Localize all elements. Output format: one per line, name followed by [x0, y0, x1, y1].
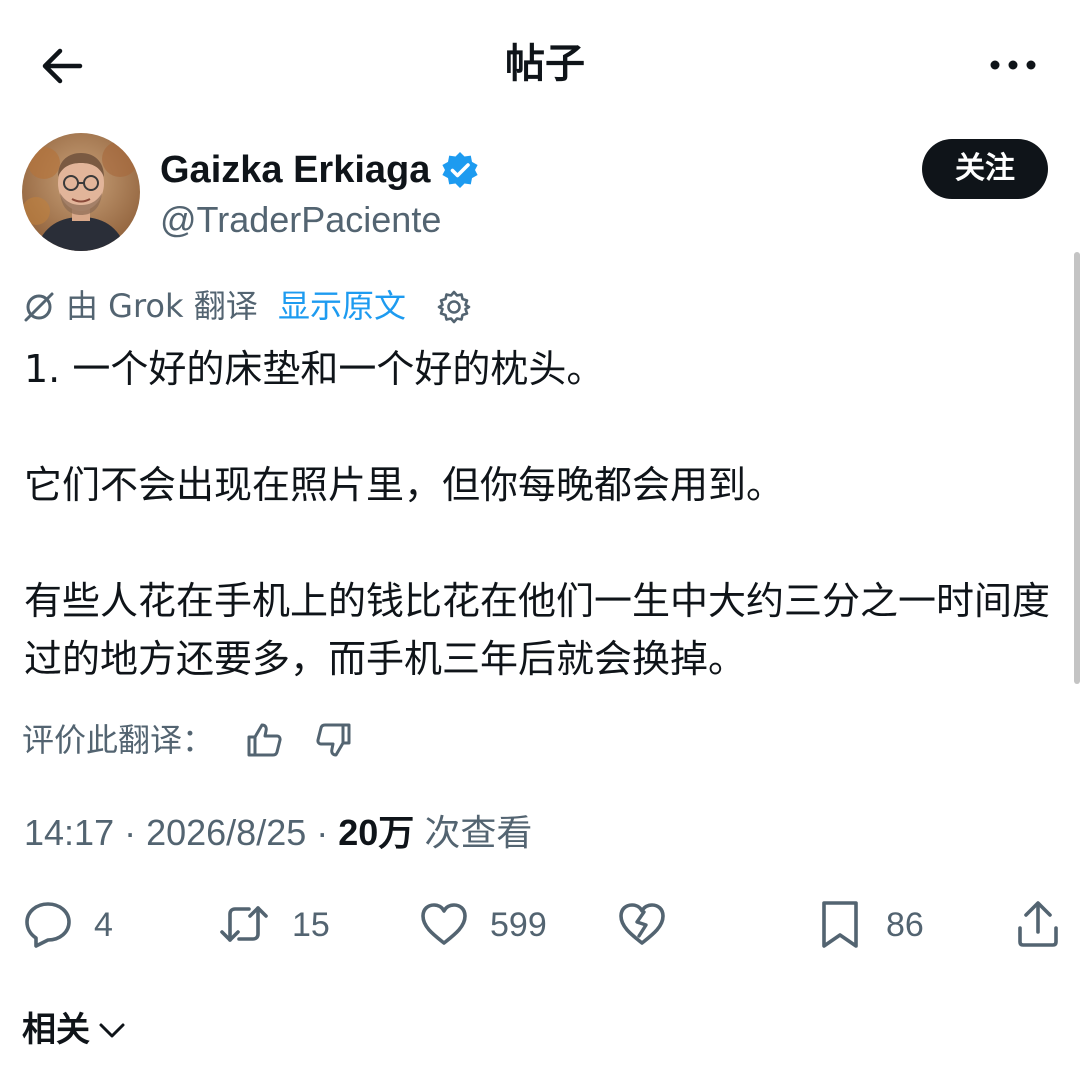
show-original-link[interactable]: 显示原文: [278, 284, 406, 328]
author-display-name[interactable]: Gaizka Erkiaga: [160, 148, 430, 192]
avatar-photo: [22, 133, 140, 251]
post-meta: 14:17 · 2026/8/25 · 20万 次查看: [24, 808, 532, 858]
author-handle[interactable]: @TraderPaciente: [160, 198, 441, 242]
post-paragraph: 有些人花在手机上的钱比花在他们一生中大约三分之一时间度过的地方还要多，而手机三年…: [24, 579, 1051, 681]
meta-separator: ·: [114, 812, 147, 853]
thumbs-down-icon[interactable]: [314, 720, 354, 760]
thumbs-up-icon[interactable]: [244, 720, 284, 760]
gear-icon[interactable]: [436, 289, 472, 325]
grok-icon: [24, 292, 54, 322]
more-horizontal-icon[interactable]: [985, 45, 1041, 85]
bookmark-count: 86: [886, 906, 924, 944]
post-date: 2026/8/25: [146, 812, 307, 853]
page-title: 帖子: [505, 41, 585, 87]
post-paragraph: 1. 一个好的床垫和一个好的枕头。: [24, 347, 605, 391]
post-paragraph: 它们不会出现在照片里，但你每晚都会用到。: [24, 463, 785, 507]
top-bar: 帖子: [0, 0, 1090, 125]
post-body: 1. 一个好的床垫和一个好的枕头。 它们不会出现在照片里，但你每晚都会用到。 有…: [24, 340, 1064, 688]
related-label: 相关: [22, 1010, 90, 1050]
meta-separator: ·: [306, 812, 339, 853]
chevron-down-icon: [99, 1023, 125, 1038]
views-count: 20万: [338, 812, 415, 853]
verified-badge-icon: [442, 152, 478, 188]
rate-translation-label: 评价此翻译：: [22, 721, 215, 759]
bookmark-icon: [822, 901, 858, 948]
like-count: 599: [490, 906, 547, 944]
repost-icon: [220, 906, 268, 942]
reply-icon: [25, 902, 71, 948]
avatar[interactable]: [22, 133, 140, 251]
heart-icon: [421, 903, 467, 945]
broken-heart-icon: [619, 903, 665, 945]
share-icon: [1018, 901, 1058, 947]
views-label: 次查看: [424, 812, 533, 853]
reply-count: 4: [94, 906, 113, 944]
post-time: 14:17: [24, 812, 115, 853]
scrollbar[interactable]: [1074, 252, 1080, 684]
translated-by-grok-label: 由 Grok 翻译: [66, 287, 258, 325]
follow-button[interactable]: 关注: [922, 139, 1048, 199]
repost-count: 15: [292, 906, 330, 944]
